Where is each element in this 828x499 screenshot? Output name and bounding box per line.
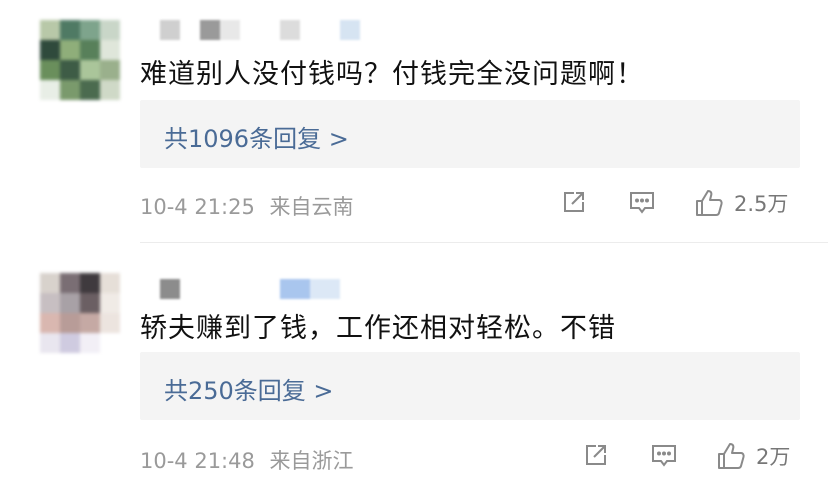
comment-location: 来自浙江 <box>269 449 354 473</box>
view-replies-link[interactable]: 共1096条回复 > <box>164 119 349 154</box>
view-replies-link[interactable]: 共250条回复 > <box>164 371 334 406</box>
comment-location: 来自云南 <box>269 195 354 219</box>
username-redacted[interactable] <box>160 20 360 40</box>
comment-meta: 10-4 21:48 来自浙江 <box>140 445 354 475</box>
comment-text: 难道别人没付钱吗？付钱完全没问题啊！ <box>140 59 644 90</box>
comment-button[interactable] <box>628 188 656 216</box>
comment-button[interactable] <box>650 441 678 469</box>
comment-time: 10-4 21:25 <box>140 195 255 219</box>
comment-icon <box>652 445 676 467</box>
share-icon <box>586 445 606 465</box>
thumbs-up-icon <box>696 190 723 216</box>
share-icon <box>564 192 584 212</box>
like-count: 2万 <box>756 445 791 469</box>
avatar[interactable] <box>40 273 120 353</box>
comment-meta: 10-4 21:25 来自云南 <box>140 191 354 221</box>
replies-box[interactable]: 共1096条回复 > <box>140 100 800 168</box>
like-button[interactable]: 2.5万 <box>694 188 788 218</box>
comment-text: 轿夫赚到了钱，工作还相对轻松。不错 <box>140 313 616 344</box>
like-count: 2.5万 <box>734 192 789 216</box>
divider <box>140 242 828 243</box>
avatar[interactable] <box>40 20 120 100</box>
replies-box[interactable]: 共250条回复 > <box>140 352 800 420</box>
comment-icon <box>630 192 654 214</box>
comment-time: 10-4 21:48 <box>140 449 255 473</box>
share-button[interactable] <box>560 188 588 216</box>
username-redacted[interactable] <box>160 279 340 299</box>
share-button[interactable] <box>582 441 610 469</box>
comment-item: 轿夫赚到了钱，工作还相对轻松。不错 共250条回复 > 10-4 21:48 来… <box>0 245 828 499</box>
like-button[interactable]: 2万 <box>716 441 790 471</box>
thumbs-up-icon <box>718 443 745 469</box>
comment-item: 难道别人没付钱吗？付钱完全没问题啊！ 共1096条回复 > 10-4 21:25… <box>0 0 828 245</box>
